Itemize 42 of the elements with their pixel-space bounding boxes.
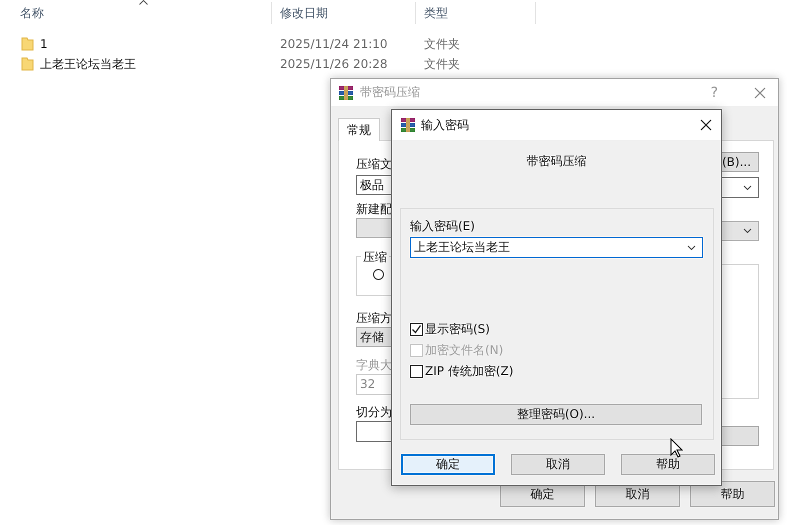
chevron-icon (743, 184, 752, 190)
archive-app-icon (400, 117, 416, 133)
file-name[interactable]: 1 (40, 37, 48, 51)
folder-icon (21, 57, 34, 71)
dialog-button[interactable]: 帮助 (690, 481, 775, 507)
checkbox[interactable] (410, 364, 423, 378)
dialog-heading: 带密码压缩 (526, 153, 586, 169)
field-label: 新建配 (356, 201, 392, 218)
field-label: 压缩文 (356, 156, 392, 173)
dialog-title: 输入密码 (421, 116, 469, 134)
mouse-cursor-icon (670, 438, 683, 458)
modified-date: 2025/11/24 21:10 (280, 37, 388, 51)
button[interactable]: (B)... (721, 152, 759, 172)
checkbox[interactable] (410, 322, 423, 336)
button[interactable] (721, 426, 759, 446)
dialog-button[interactable]: 取消 (511, 454, 605, 475)
file-type: 文件夹 (424, 36, 460, 50)
field-label: 切分为 (356, 404, 392, 421)
column-header[interactable]: 名称 (20, 4, 44, 22)
folder-icon (21, 37, 34, 51)
close-icon[interactable] (700, 119, 712, 131)
chevron-icon (743, 228, 752, 234)
organize-passwords-button[interactable]: 整理密码(O)... (410, 404, 702, 425)
chevron-icon (687, 244, 696, 250)
field-label: 输入密码(E) (410, 218, 475, 234)
dropdown[interactable] (721, 221, 759, 241)
file-type: 文件夹 (424, 56, 460, 70)
column-header[interactable]: 类型 (424, 4, 448, 22)
checkbox-label[interactable]: ZIP 传统加密(Z) (425, 362, 514, 380)
field-label: 字典大 (356, 357, 392, 374)
dialog-button[interactable]: 帮助 (621, 454, 715, 475)
modified-date: 2025/11/26 20:28 (280, 57, 388, 71)
radio-button[interactable] (373, 269, 384, 280)
file-name[interactable]: 上老王论坛当老王 (40, 56, 136, 72)
archive-app-icon (338, 84, 354, 100)
column-header[interactable]: 修改日期 (280, 4, 328, 22)
window-title: 带密码压缩 (360, 84, 420, 101)
dialog-button[interactable]: 确定 (401, 454, 495, 475)
tab[interactable]: 常规 (338, 118, 380, 141)
checkbox-label[interactable]: 显示密码(S) (425, 320, 490, 338)
password-combo[interactable]: 上老王论坛当老王 (410, 237, 703, 258)
field-label: 压缩方 (356, 310, 392, 327)
